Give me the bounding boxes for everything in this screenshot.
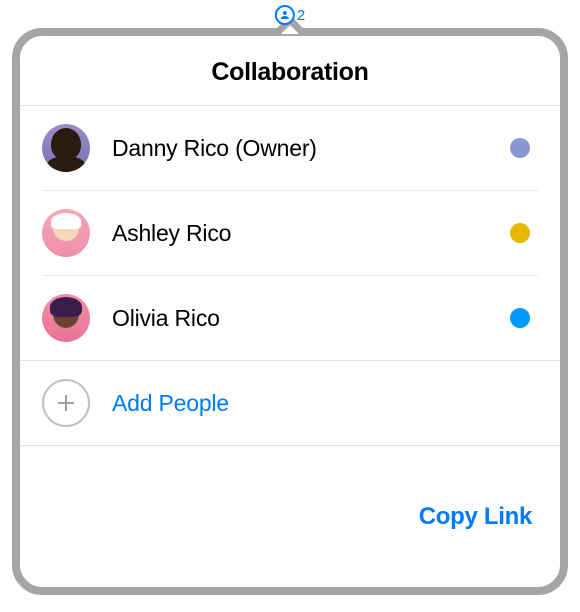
popover-footer: Copy Link: [20, 446, 560, 587]
page-title: Collaboration: [20, 58, 560, 87]
collaboration-popover: Collaboration Danny Rico (Owner) Ashley …: [12, 28, 568, 595]
participant-name: Danny Rico (Owner): [112, 135, 510, 162]
status-dot: [510, 308, 530, 328]
participant-name: Olivia Rico: [112, 305, 510, 332]
participant-row[interactable]: Olivia Rico: [42, 276, 538, 360]
add-people-button[interactable]: Add People: [42, 361, 538, 445]
participant-row[interactable]: Ashley Rico: [42, 191, 538, 276]
participant-name: Ashley Rico: [112, 220, 510, 247]
avatar: [42, 209, 90, 257]
badge-count: 2: [297, 7, 305, 24]
copy-link-button[interactable]: Copy Link: [419, 503, 532, 531]
add-people-section: Add People: [20, 360, 560, 446]
status-dot: [510, 223, 530, 243]
collaboration-badge[interactable]: 2: [275, 5, 305, 25]
add-people-label: Add People: [112, 390, 229, 417]
participants-list: Danny Rico (Owner) Ashley Rico Olivia Ri…: [20, 106, 560, 360]
avatar: [42, 124, 90, 172]
participant-row[interactable]: Danny Rico (Owner): [42, 106, 538, 191]
plus-icon: [42, 379, 90, 427]
popover-header: Collaboration: [20, 36, 560, 106]
status-dot: [510, 138, 530, 158]
avatar: [42, 294, 90, 342]
person-icon: [275, 5, 295, 25]
